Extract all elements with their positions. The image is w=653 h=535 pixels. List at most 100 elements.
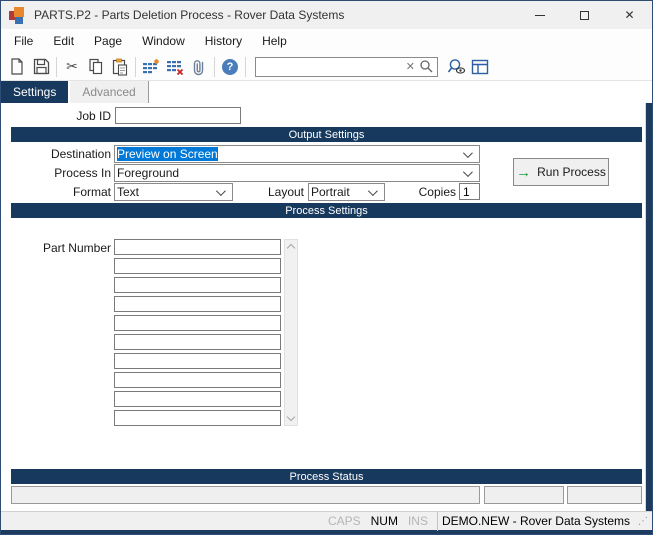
part-number-input[interactable] (114, 296, 281, 312)
menu-help[interactable]: Help (252, 34, 297, 48)
save-button[interactable] (29, 56, 53, 78)
format-value: Text (117, 185, 139, 199)
chevron-down-icon (463, 148, 473, 158)
close-icon: ✕ (624, 8, 634, 22)
menu-edit[interactable]: Edit (43, 34, 84, 48)
save-icon (33, 58, 50, 75)
tab-settings[interactable]: Settings (1, 81, 68, 103)
run-arrow-icon: → (516, 165, 531, 180)
minimize-icon (535, 15, 545, 16)
part-number-input[interactable] (114, 277, 281, 293)
app-icon (9, 6, 27, 24)
process-in-value: Foreground (117, 166, 179, 180)
part-number-input[interactable] (114, 239, 281, 255)
status-bar: CAPS NUM INS DEMO.NEW - Rover Data Syste… (1, 511, 652, 530)
part-number-scrollbar[interactable] (284, 239, 298, 426)
status-time-field (567, 486, 642, 504)
output-settings-header: Output Settings (11, 127, 642, 142)
add-line-icon (142, 59, 160, 75)
chevron-down-icon (463, 167, 473, 177)
menu-page[interactable]: Page (84, 34, 132, 48)
toolbar: ✂ (1, 53, 652, 81)
delete-line-icon (166, 59, 184, 75)
part-number-input[interactable] (114, 334, 281, 350)
preview-lookup-button[interactable] (444, 56, 468, 78)
ins-indicator: INS (403, 514, 433, 528)
cut-button[interactable]: ✂ (60, 56, 84, 78)
attachment-button[interactable] (187, 56, 211, 78)
search-clear-icon[interactable]: ✕ (402, 60, 419, 73)
menu-window[interactable]: Window (132, 34, 195, 48)
add-line-button[interactable] (139, 56, 163, 78)
process-settings-header: Process Settings (11, 203, 642, 218)
window-title: PARTS.P2 - Parts Deletion Process - Rove… (34, 8, 344, 22)
help-icon: ? (222, 59, 238, 75)
menu-history[interactable]: History (195, 34, 252, 48)
new-document-button[interactable] (5, 56, 29, 78)
search-input[interactable] (256, 59, 402, 75)
part-number-input[interactable] (114, 315, 281, 331)
run-process-button[interactable]: → Run Process (513, 158, 609, 186)
layout-value: Portrait (311, 185, 350, 199)
tab-advanced[interactable]: Advanced (70, 81, 148, 103)
part-number-input[interactable] (114, 410, 281, 426)
caps-indicator: CAPS (323, 514, 366, 528)
copy-button[interactable] (84, 56, 108, 78)
copies-input[interactable] (459, 183, 480, 200)
part-number-input[interactable] (114, 353, 281, 369)
cut-icon: ✂ (66, 58, 78, 75)
delete-line-button[interactable] (163, 56, 187, 78)
toolbar-separator (214, 57, 215, 77)
maximize-icon (580, 11, 589, 20)
maximize-button[interactable] (562, 1, 607, 29)
form-area: Job ID Output Settings Destination Previ… (1, 103, 652, 511)
paperclip-icon (191, 58, 207, 76)
search-box: ✕ (255, 57, 438, 77)
window-bottom-border (1, 530, 652, 535)
toolbar-separator (245, 57, 246, 77)
toolbar-separator (56, 57, 57, 77)
new-document-icon (9, 58, 25, 76)
tab-bar: Settings Advanced (1, 81, 652, 103)
process-status-header: Process Status (11, 469, 642, 484)
process-in-label: Process In (1, 166, 111, 180)
paste-button[interactable] (108, 56, 132, 78)
close-button[interactable]: ✕ (607, 1, 652, 29)
search-icon[interactable] (419, 59, 434, 74)
part-number-label: Part Number (1, 241, 111, 255)
magnifier-eye-icon (447, 58, 466, 75)
num-indicator: NUM (366, 514, 403, 528)
help-button[interactable]: ? (218, 56, 242, 78)
status-count-field (484, 486, 564, 504)
layout-view-button[interactable] (468, 56, 492, 78)
layout-grid-icon (471, 59, 489, 75)
destination-value: Preview on Screen (117, 147, 218, 161)
destination-select[interactable]: Preview on Screen (114, 145, 480, 163)
status-message-field (11, 486, 480, 504)
menu-file[interactable]: File (4, 34, 43, 48)
copy-icon (88, 58, 104, 75)
job-id-label: Job ID (1, 109, 111, 123)
run-process-label: Run Process (537, 165, 606, 179)
window-right-border (645, 103, 653, 511)
title-bar: PARTS.P2 - Parts Deletion Process - Rove… (1, 1, 652, 29)
part-number-input[interactable] (114, 258, 281, 274)
paste-icon (112, 58, 128, 76)
destination-label: Destination (1, 147, 111, 161)
app-window: PARTS.P2 - Parts Deletion Process - Rove… (0, 0, 653, 535)
session-label: DEMO.NEW - Rover Data Systems (442, 514, 638, 528)
part-number-input[interactable] (114, 372, 281, 388)
toolbar-separator (135, 57, 136, 77)
part-number-input[interactable] (114, 391, 281, 407)
process-in-select[interactable]: Foreground (114, 164, 480, 182)
minimize-button[interactable] (517, 1, 562, 29)
job-id-input[interactable] (115, 107, 241, 124)
layout-label: Layout (194, 185, 304, 199)
statusbar-divider (437, 512, 438, 531)
format-label: Format (1, 185, 111, 199)
menu-bar: File Edit Page Window History Help (1, 29, 652, 53)
scroll-down-icon[interactable] (287, 413, 295, 421)
scroll-up-icon[interactable] (287, 244, 295, 252)
resize-grip[interactable]: ⋰ (638, 516, 650, 527)
copies-label: Copies (346, 185, 456, 199)
